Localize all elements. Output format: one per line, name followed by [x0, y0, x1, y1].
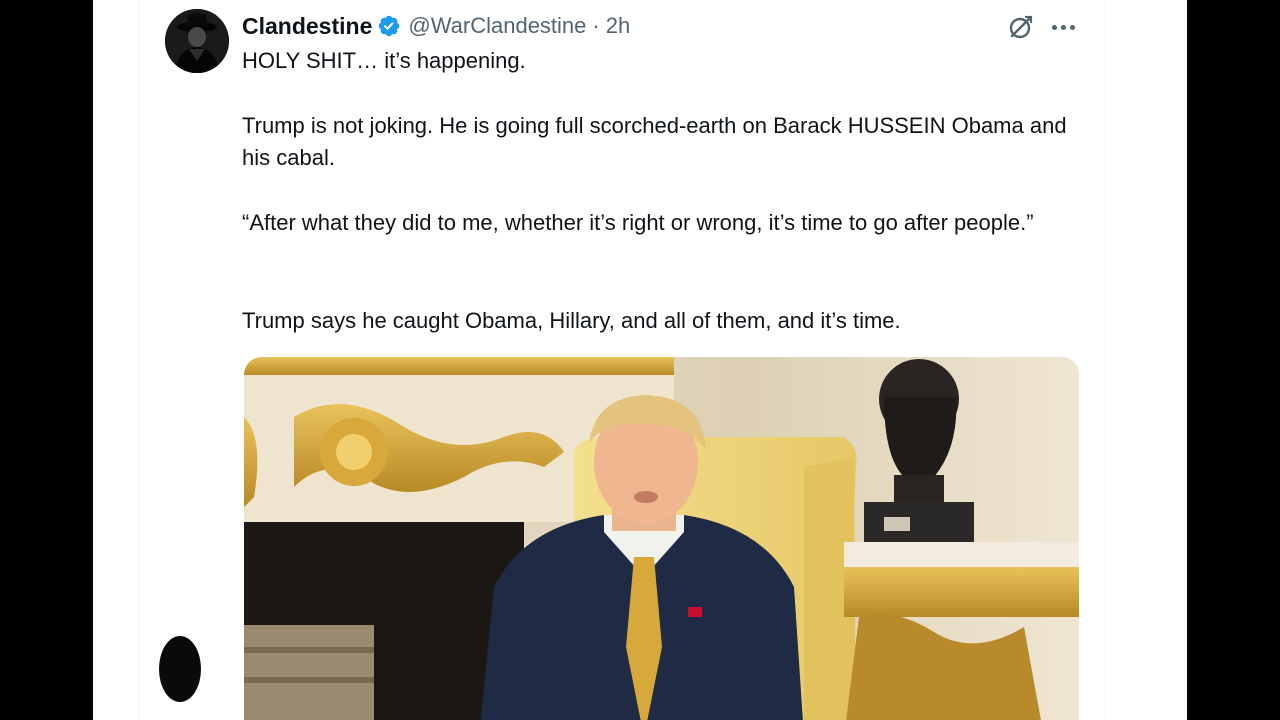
- tweet-header: Clandestine @WarClandestine · 2h: [242, 10, 630, 42]
- more-icon[interactable]: [1047, 12, 1079, 42]
- avatar[interactable]: [165, 9, 229, 73]
- right-letterbox: [1187, 0, 1280, 720]
- page: Clandestine @WarClandestine · 2h HOLY SH…: [93, 0, 1187, 720]
- tweet-text-paragraph: Trump says he caught Obama, Hillary, and…: [242, 308, 901, 333]
- verified-badge-icon[interactable]: [377, 14, 401, 38]
- tweet-card[interactable]: Clandestine @WarClandestine · 2h HOLY SH…: [138, 0, 1106, 720]
- separator: ·: [592, 13, 600, 38]
- tweet-text-paragraph: Trump is not joking. He is going full sc…: [242, 113, 1067, 170]
- tweet-text-paragraph: “After what they did to me, whether it’s…: [242, 210, 1034, 235]
- tweet-media-image[interactable]: [244, 357, 1079, 720]
- timestamp[interactable]: 2h: [606, 13, 630, 39]
- overlay-dot: [159, 636, 201, 702]
- tweet-text-paragraph: HOLY SHIT… it’s happening.: [242, 48, 526, 73]
- author-handle[interactable]: @WarClandestine: [408, 13, 586, 39]
- grok-icon[interactable]: [1006, 12, 1036, 42]
- left-letterbox: [0, 0, 93, 720]
- display-name[interactable]: Clandestine: [242, 13, 372, 40]
